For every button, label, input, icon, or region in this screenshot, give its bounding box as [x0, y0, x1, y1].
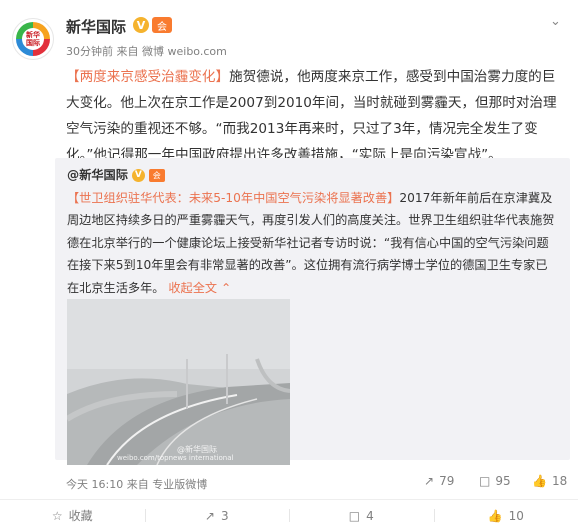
- repost-comment-stat[interactable]: □ 95: [479, 474, 511, 488]
- post-hashtag[interactable]: 【两度来京感受治霾变化】: [66, 69, 229, 85]
- comment-icon: □: [479, 474, 490, 488]
- thumbs-up-icon: 👍: [488, 509, 503, 523]
- repost-source: 来自 专业版微博: [127, 478, 208, 491]
- avatar-logo-text: 新华 国际: [22, 28, 44, 50]
- repost-button[interactable]: ↗ 3: [145, 500, 290, 531]
- like-button[interactable]: 👍 10: [434, 500, 578, 531]
- repost-share-count: 79: [439, 474, 454, 488]
- post-time[interactable]: 30分钟前: [66, 45, 113, 58]
- action-bar: ☆ 收藏 ↗ 3 □ 4 👍 10: [0, 499, 578, 531]
- chevron-up-icon: ⌃: [221, 281, 231, 295]
- verified-icon: V: [133, 17, 149, 33]
- weibo-post: 新华 国际 新华国际 V 会 ⌄ 30分钟前 来自 微博 weibo.com 【…: [0, 0, 578, 530]
- highway-photo-graphic: [67, 299, 290, 465]
- smog-photo[interactable]: @新华国际 weibo.com/topnews international: [67, 299, 290, 465]
- photo-caption: weibo.com/topnews international: [117, 454, 233, 462]
- collapse-link[interactable]: 收起全文 ⌃: [168, 281, 231, 295]
- repost-like-stat[interactable]: 👍 18: [532, 474, 567, 488]
- repost-meta: 今天 16:10 来自 专业版微博: [66, 476, 207, 492]
- thumbs-up-icon: 👍: [532, 474, 547, 488]
- repost-share-stat[interactable]: ↗ 79: [424, 474, 454, 488]
- repost-body: 2017年新年前后在京津冀及周边地区持续多日的严重雾霾天气，再度引发人们的高度关…: [67, 191, 555, 295]
- share-icon: ↗: [205, 509, 215, 523]
- star-icon: ☆: [52, 509, 63, 523]
- repost-comment-count: 95: [495, 474, 510, 488]
- share-icon: ↗: [424, 474, 434, 488]
- username[interactable]: 新华国际: [66, 16, 126, 37]
- repost-hashtag[interactable]: 【世卫组织驻华代表：未来5-10年中国空气污染将显著改善】: [67, 191, 399, 205]
- repost-count: 3: [221, 509, 229, 523]
- repost-member-icon[interactable]: 会: [149, 169, 165, 182]
- avatar[interactable]: 新华 国际: [12, 18, 54, 60]
- chevron-down-icon[interactable]: ⌄: [550, 14, 561, 29]
- post-meta: 30分钟前 来自 微博 weibo.com: [66, 43, 227, 59]
- repost-text: @新华国际 V 会 【世卫组织驻华代表：未来5-10年中国空气污染将显著改善】2…: [67, 164, 559, 299]
- collapse-label: 收起全文: [168, 281, 217, 295]
- repost-time[interactable]: 今天 16:10: [66, 478, 123, 491]
- xinhua-logo: 新华 国际: [16, 22, 50, 56]
- like-count: 10: [509, 509, 524, 523]
- favorite-label: 收藏: [69, 507, 93, 524]
- comment-button[interactable]: □ 4: [289, 500, 434, 531]
- favorite-button[interactable]: ☆ 收藏: [0, 500, 145, 531]
- comment-count: 4: [366, 509, 374, 523]
- comment-icon: □: [349, 509, 360, 523]
- repost-username[interactable]: @新华国际: [67, 168, 128, 182]
- member-icon[interactable]: 会: [152, 17, 172, 33]
- post-text: 【两度来京感受治霾变化】施贺德说，他两度来京工作，感受到中国治雾力度的巨大变化。…: [66, 64, 566, 168]
- repost-like-count: 18: [552, 474, 567, 488]
- post-source: 来自 微博 weibo.com: [117, 45, 227, 58]
- repost-verified-icon: V: [132, 169, 145, 182]
